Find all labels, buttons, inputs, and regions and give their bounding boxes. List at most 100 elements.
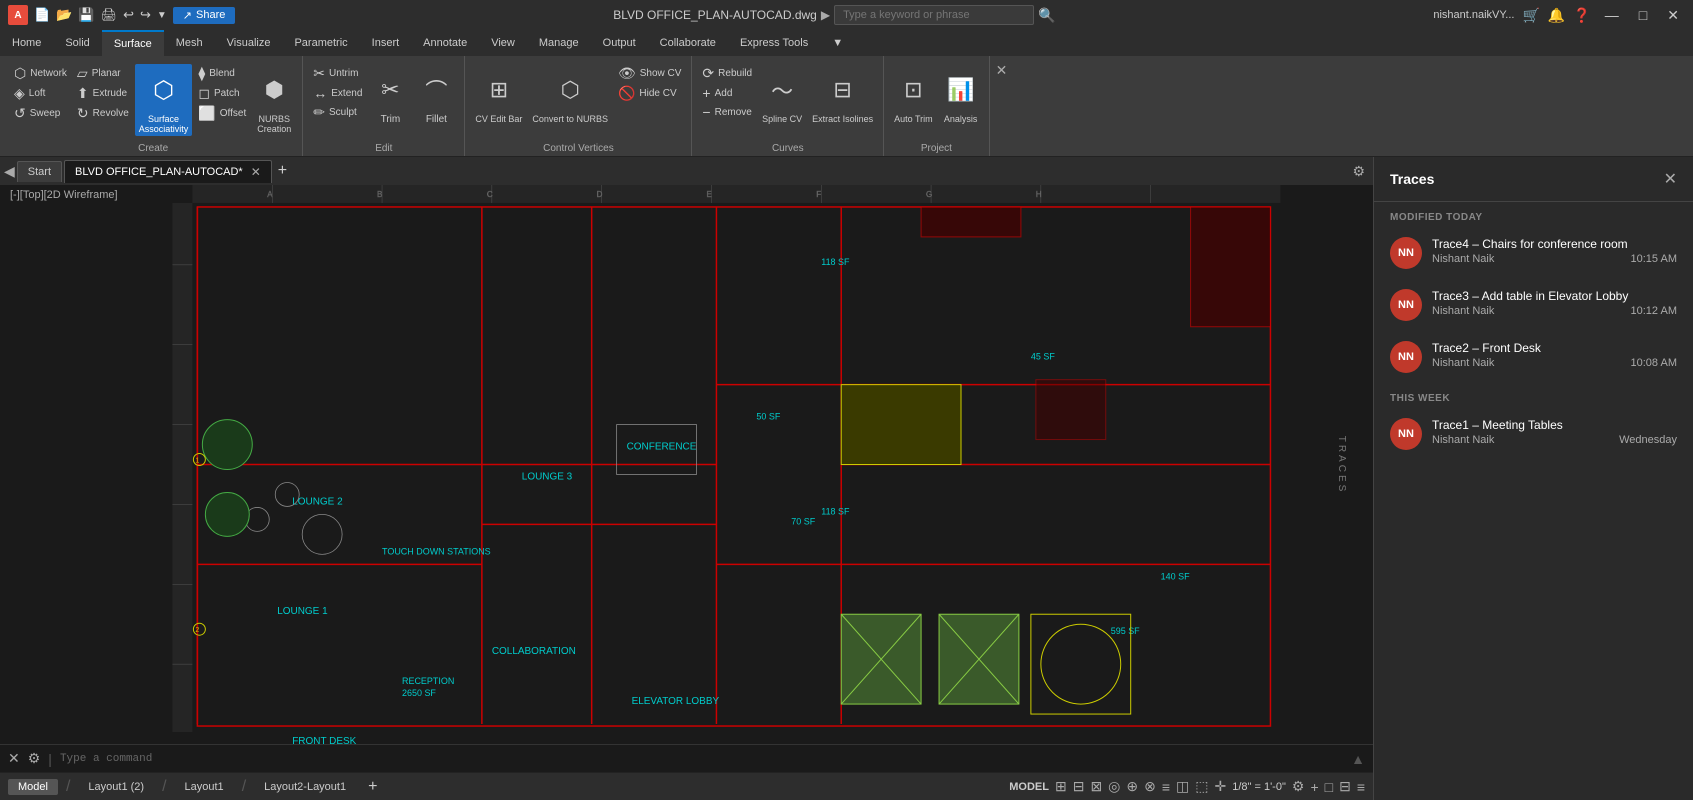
layout-icon[interactable]: + — [1310, 779, 1318, 795]
trim-button[interactable]: ✂ Trim — [368, 64, 412, 127]
planar-button[interactable]: ▱ Planar — [73, 64, 133, 83]
command-bar: ✕ ⚙ | ▲ — [0, 744, 1373, 772]
trace-author-2: Nishant Naik — [1432, 357, 1494, 369]
undo-icon[interactable]: ↩ — [123, 7, 134, 23]
cv-edit-bar-button[interactable]: ⊞ CV Edit Bar — [471, 64, 526, 126]
remove-button[interactable]: − Remove — [698, 103, 756, 121]
fillet-button[interactable]: ⌒ Fillet — [414, 64, 458, 127]
nurbs-creation-button[interactable]: ⬢ NURBSCreation — [252, 64, 296, 136]
tab-manage[interactable]: Manage — [527, 30, 591, 56]
tab-more[interactable]: ▼ — [820, 30, 855, 56]
share-button[interactable]: ↗ Share — [173, 7, 236, 24]
extract-isolines-button[interactable]: ⊟ Extract Isolines — [808, 64, 877, 126]
tab-mesh[interactable]: Mesh — [164, 30, 215, 56]
search-input[interactable] — [834, 5, 1034, 25]
selection-icon[interactable]: ⬚ — [1195, 778, 1208, 795]
redo-icon[interactable]: ↪ — [140, 7, 151, 23]
tab-start[interactable]: Start — [17, 161, 62, 182]
tab-solid[interactable]: Solid — [53, 30, 101, 56]
help-icon[interactable]: ❓ — [1573, 7, 1590, 24]
dropdown-arrow[interactable]: ▼ — [157, 10, 167, 21]
sweep-button[interactable]: ↺ Sweep — [10, 104, 71, 123]
menu-icon[interactable]: ≡ — [1357, 779, 1365, 795]
drawing-canvas[interactable]: [-][Top][2D Wireframe] — [0, 185, 1373, 744]
tab-annotate[interactable]: Annotate — [411, 30, 479, 56]
trace-item-2[interactable]: NN Trace2 – Front Desk Nishant Naik 10:0… — [1374, 331, 1693, 383]
annotate-icon[interactable]: ⊟ — [1339, 778, 1351, 795]
grid-icon[interactable]: ⊞ — [1055, 778, 1067, 795]
new-icon[interactable]: 📄 — [34, 7, 50, 23]
tab-view[interactable]: View — [479, 30, 527, 56]
ortho-icon[interactable]: ⊠ — [1090, 778, 1102, 795]
tab-settings-icon[interactable]: ⚙ — [1348, 159, 1369, 184]
tab-close-icon[interactable]: ✕ — [251, 165, 261, 179]
gizmo-icon[interactable]: ✛ — [1215, 778, 1227, 795]
rebuild-button[interactable]: ⟳ Rebuild — [698, 64, 756, 83]
auto-trim-button[interactable]: ⊡ Auto Trim — [890, 64, 937, 126]
extend-button[interactable]: ↔ Extend — [309, 84, 366, 102]
model-tab[interactable]: Model — [8, 779, 58, 795]
tab-surface[interactable]: Surface — [102, 30, 164, 56]
tab-parametric[interactable]: Parametric — [282, 30, 359, 56]
traces-vertical-tab[interactable]: TRACES — [1336, 435, 1347, 494]
back-arrow[interactable]: ◀ — [4, 163, 15, 180]
print-icon[interactable]: 🖨 — [101, 7, 118, 23]
command-expand-icon[interactable]: ▲ — [1351, 751, 1365, 767]
surface-associativity-button[interactable]: ⬡ SurfaceAssociativity — [135, 64, 193, 136]
title-bar-center: BLVD OFFICE_PLAN-AUTOCAD.dwg ▶ 🔍 — [613, 5, 1055, 25]
snap-icon[interactable]: ⊟ — [1073, 778, 1085, 795]
trace-item-1[interactable]: NN Trace1 – Meeting Tables Nishant Naik … — [1374, 408, 1693, 460]
spline-cv-button[interactable]: 〜 Spline CV — [758, 64, 806, 126]
trace-item-3[interactable]: NN Trace3 – Add table in Elevator Lobby … — [1374, 279, 1693, 331]
add-layout-icon[interactable]: + — [368, 778, 377, 796]
minimize-button[interactable]: — — [1599, 0, 1625, 30]
search-icon[interactable]: 🔍 — [1038, 7, 1055, 24]
viewport-icon[interactable]: □ — [1325, 779, 1333, 795]
command-close-icon[interactable]: ✕ — [8, 750, 20, 767]
transparency-icon[interactable]: ◫ — [1176, 778, 1189, 795]
save-icon[interactable]: 💾 — [78, 7, 94, 23]
layout1-tab[interactable]: Layout1 — [175, 779, 234, 795]
show-cv-button[interactable]: 👁 Show CV — [614, 64, 685, 83]
title-bar-right: nishant.naikVY... 🛒 🔔 ❓ — □ ✕ — [1433, 0, 1685, 30]
convert-nurbs-button[interactable]: ⬡ Convert to NURBS — [528, 64, 612, 126]
revolve-button[interactable]: ↻ Revolve — [73, 104, 133, 123]
polar-icon[interactable]: ◎ — [1108, 778, 1120, 795]
tab-collaborate[interactable]: Collaborate — [648, 30, 728, 56]
analysis-button[interactable]: 📊 Analysis — [939, 64, 983, 126]
tab-output[interactable]: Output — [591, 30, 648, 56]
lineweight-icon[interactable]: ≡ — [1162, 779, 1170, 795]
tab-drawing[interactable]: BLVD OFFICE_PLAN-AUTOCAD* ✕ — [64, 160, 272, 183]
untrim-button[interactable]: ✂ Untrim — [309, 64, 366, 83]
command-settings-icon[interactable]: ⚙ — [28, 750, 41, 767]
sculpt-button[interactable]: ✏ Sculpt — [309, 103, 366, 122]
ribbon-collapse-button[interactable]: ✕ — [994, 60, 1010, 81]
trace-item-4[interactable]: NN Trace4 – Chairs for conference room N… — [1374, 227, 1693, 279]
patch-button[interactable]: ◻ Patch — [194, 84, 250, 103]
cart-icon[interactable]: 🛒 — [1522, 7, 1539, 24]
offset-button[interactable]: ⬜ Offset — [194, 104, 250, 123]
hide-cv-button[interactable]: 🚫 Hide CV — [614, 84, 685, 103]
blend-button[interactable]: ⧫ Blend — [194, 64, 250, 83]
expand-icon[interactable]: ▶ — [821, 8, 830, 22]
osnap-icon[interactable]: ⊕ — [1126, 778, 1138, 795]
layout2-tab[interactable]: Layout2-Layout1 — [254, 779, 356, 795]
network-button[interactable]: ⬡ Network — [10, 64, 71, 83]
layout1-2-tab[interactable]: Layout1 (2) — [78, 779, 154, 795]
loft-button[interactable]: ◈ Loft — [10, 84, 71, 103]
tab-insert[interactable]: Insert — [360, 30, 412, 56]
otrack-icon[interactable]: ⊗ — [1144, 778, 1156, 795]
maximize-button[interactable]: □ — [1633, 0, 1653, 30]
tab-add-button[interactable]: + — [274, 162, 291, 180]
tab-express-tools[interactable]: Express Tools — [728, 30, 820, 56]
tab-visualize[interactable]: Visualize — [215, 30, 283, 56]
open-icon[interactable]: 📂 — [56, 7, 72, 23]
tab-home[interactable]: Home — [0, 30, 53, 56]
settings-icon[interactable]: ⚙ — [1292, 778, 1305, 795]
command-input[interactable] — [60, 753, 1343, 765]
add-button[interactable]: + Add — [698, 84, 756, 102]
traces-close-button[interactable]: ✕ — [1664, 169, 1677, 189]
close-button[interactable]: ✕ — [1661, 0, 1685, 30]
bell-icon[interactable]: 🔔 — [1548, 7, 1565, 24]
extrude-button[interactable]: ⬆ Extrude — [73, 84, 133, 103]
